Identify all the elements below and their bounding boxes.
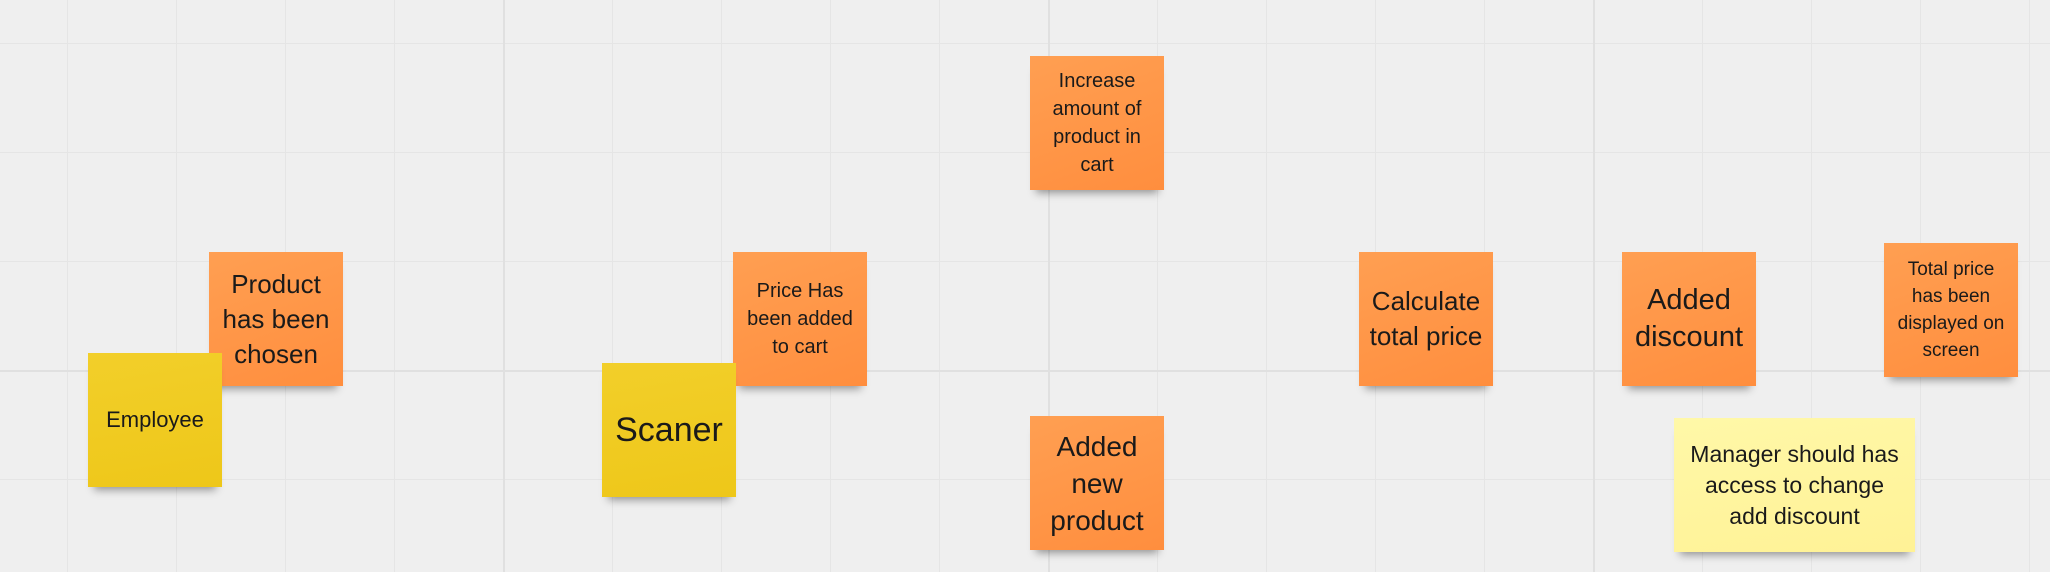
sticky-note-manager-access[interactable]: Manager should has access to change add …: [1674, 418, 1915, 552]
sticky-note-product-chosen[interactable]: Product has been chosen: [209, 252, 343, 386]
sticky-note-increase-amount[interactable]: Increase amount of product in cart: [1030, 56, 1164, 190]
sticky-note-added-new-product[interactable]: Added new product: [1030, 416, 1164, 550]
sticky-note-text: Price Has been added to cart: [747, 280, 853, 358]
sticky-note-calculate-total[interactable]: Calculate total price: [1359, 252, 1493, 386]
sticky-note-text: Product has been chosen: [222, 268, 330, 369]
whiteboard-canvas[interactable]: Product has been chosen Employee Price H…: [0, 0, 2050, 572]
sticky-note-text: Added discount: [1634, 284, 1743, 353]
sticky-note-text: Total price has been displayed on screen: [1897, 259, 2005, 361]
sticky-note-text: Scaner: [615, 411, 723, 449]
sticky-note-employee[interactable]: Employee: [88, 353, 222, 487]
sticky-note-scaner[interactable]: Scaner: [602, 363, 736, 497]
sticky-note-price-added[interactable]: Price Has been added to cart: [733, 252, 867, 386]
sticky-note-text: Calculate total price: [1369, 286, 1483, 351]
sticky-note-added-discount[interactable]: Added discount: [1622, 252, 1756, 386]
sticky-note-total-displayed[interactable]: Total price has been displayed on screen: [1884, 243, 2018, 377]
sticky-note-text: Employee: [106, 407, 204, 432]
sticky-note-text: Added new product: [1050, 430, 1144, 536]
sticky-note-text: Increase amount of product in cart: [1052, 70, 1142, 176]
sticky-note-text: Manager should has access to change add …: [1690, 440, 1899, 529]
